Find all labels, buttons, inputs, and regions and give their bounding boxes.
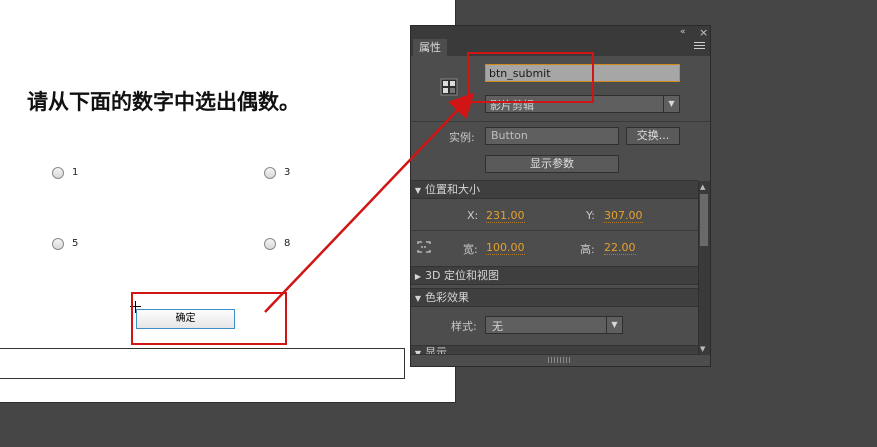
annotation-arrow-icon	[264, 92, 475, 313]
